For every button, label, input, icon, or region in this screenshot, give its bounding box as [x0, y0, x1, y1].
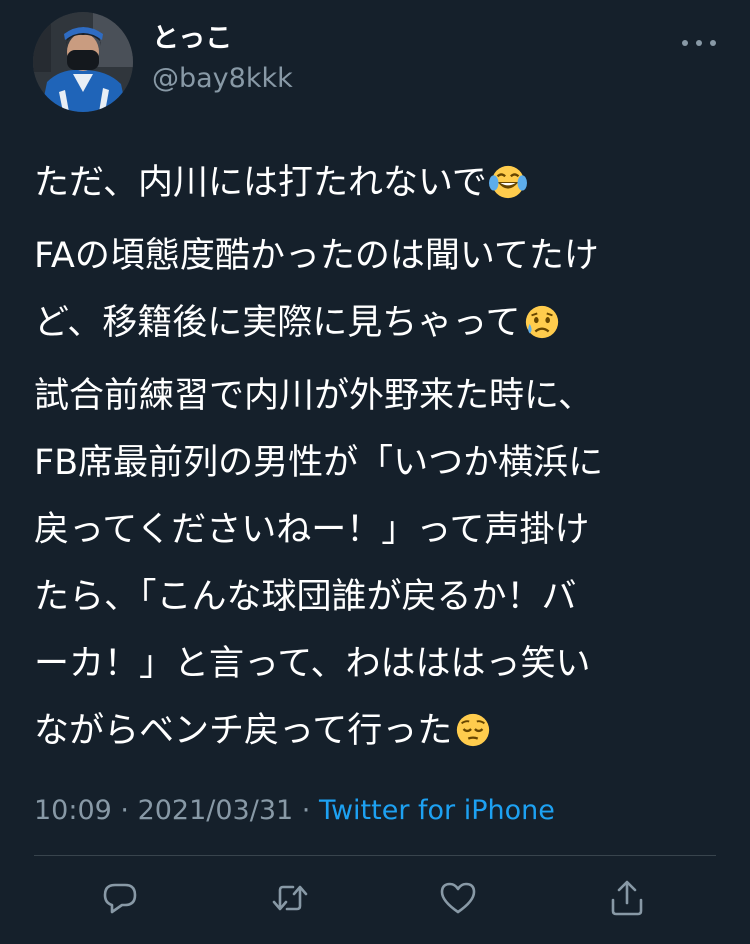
tweet-time[interactable]: 10:09 — [34, 795, 112, 826]
retweet-icon — [272, 885, 308, 911]
reply-icon — [103, 883, 137, 914]
display-name[interactable]: とっこ — [152, 22, 232, 56]
tweet-line: 戻ってくださいねー！」って声掛け — [34, 510, 590, 550]
share-icon — [611, 880, 643, 916]
more-dot — [682, 40, 688, 46]
tweet-line: たら、「こんな球団誰が戻るか！バ — [34, 577, 577, 617]
share-button[interactable] — [607, 878, 647, 918]
reply-button[interactable] — [100, 878, 140, 918]
meta-separator: · — [293, 795, 319, 826]
sad-but-relieved-face-emoji — [525, 305, 558, 339]
pensive-face-emoji — [457, 713, 490, 747]
tweet: とっこ @bay8kkk ただ、内川には打たれないで FAの頃態度酷かったのは聞… — [0, 0, 750, 944]
user-handle[interactable]: @bay8kkk — [152, 62, 293, 96]
retweet-button[interactable] — [270, 878, 310, 918]
divider — [34, 855, 716, 856]
tweet-date[interactable]: 2021/03/31 — [138, 795, 294, 826]
tweet-line: ーカ！」と言って、わはははっ笑い — [34, 644, 591, 684]
tweet-text: ただ、内川には打たれないで FAの頃態度酷かったのは聞いてたけ ど、移籍後に実際… — [34, 150, 724, 765]
tweet-paragraph-1: ただ、内川には打たれないで — [34, 150, 724, 217]
tweet-actions — [0, 878, 750, 918]
more-options-button[interactable] — [682, 30, 716, 56]
avatar-image — [33, 12, 133, 112]
heart-icon — [440, 882, 476, 914]
tweet-line: ながらベンチ戻って行った — [34, 698, 724, 765]
tweet-line: FAの頃態度酷かったのは聞いてたけ — [34, 236, 599, 276]
tweet-line: FB席最前列の男性が「いつか横浜に — [34, 443, 604, 483]
like-button[interactable] — [438, 878, 478, 918]
more-dot — [696, 40, 702, 46]
tweet-paragraph-3: 試合前練習で内川が外野来た時に、 FB席最前列の男性が「いつか横浜に 戻ってくだ… — [34, 363, 724, 765]
tweet-line: 試合前練習で内川が外野来た時に、 — [34, 376, 593, 416]
tweet-meta: 10:09 · 2021/03/31 · Twitter for iPhone — [34, 793, 555, 829]
tweet-paragraph-2: FAの頃態度酷かったのは聞いてたけ ど、移籍後に実際に見ちゃって — [34, 223, 724, 357]
face-with-tears-of-joy-emoji — [488, 165, 527, 199]
tweet-line: ただ、内川には打たれないで — [34, 150, 724, 217]
more-dot — [710, 40, 716, 46]
tweet-line: ど、移籍後に実際に見ちゃって — [34, 290, 724, 357]
tweet-source-link[interactable]: Twitter for iPhone — [319, 795, 555, 826]
meta-separator: · — [111, 795, 138, 826]
avatar[interactable] — [33, 12, 133, 112]
